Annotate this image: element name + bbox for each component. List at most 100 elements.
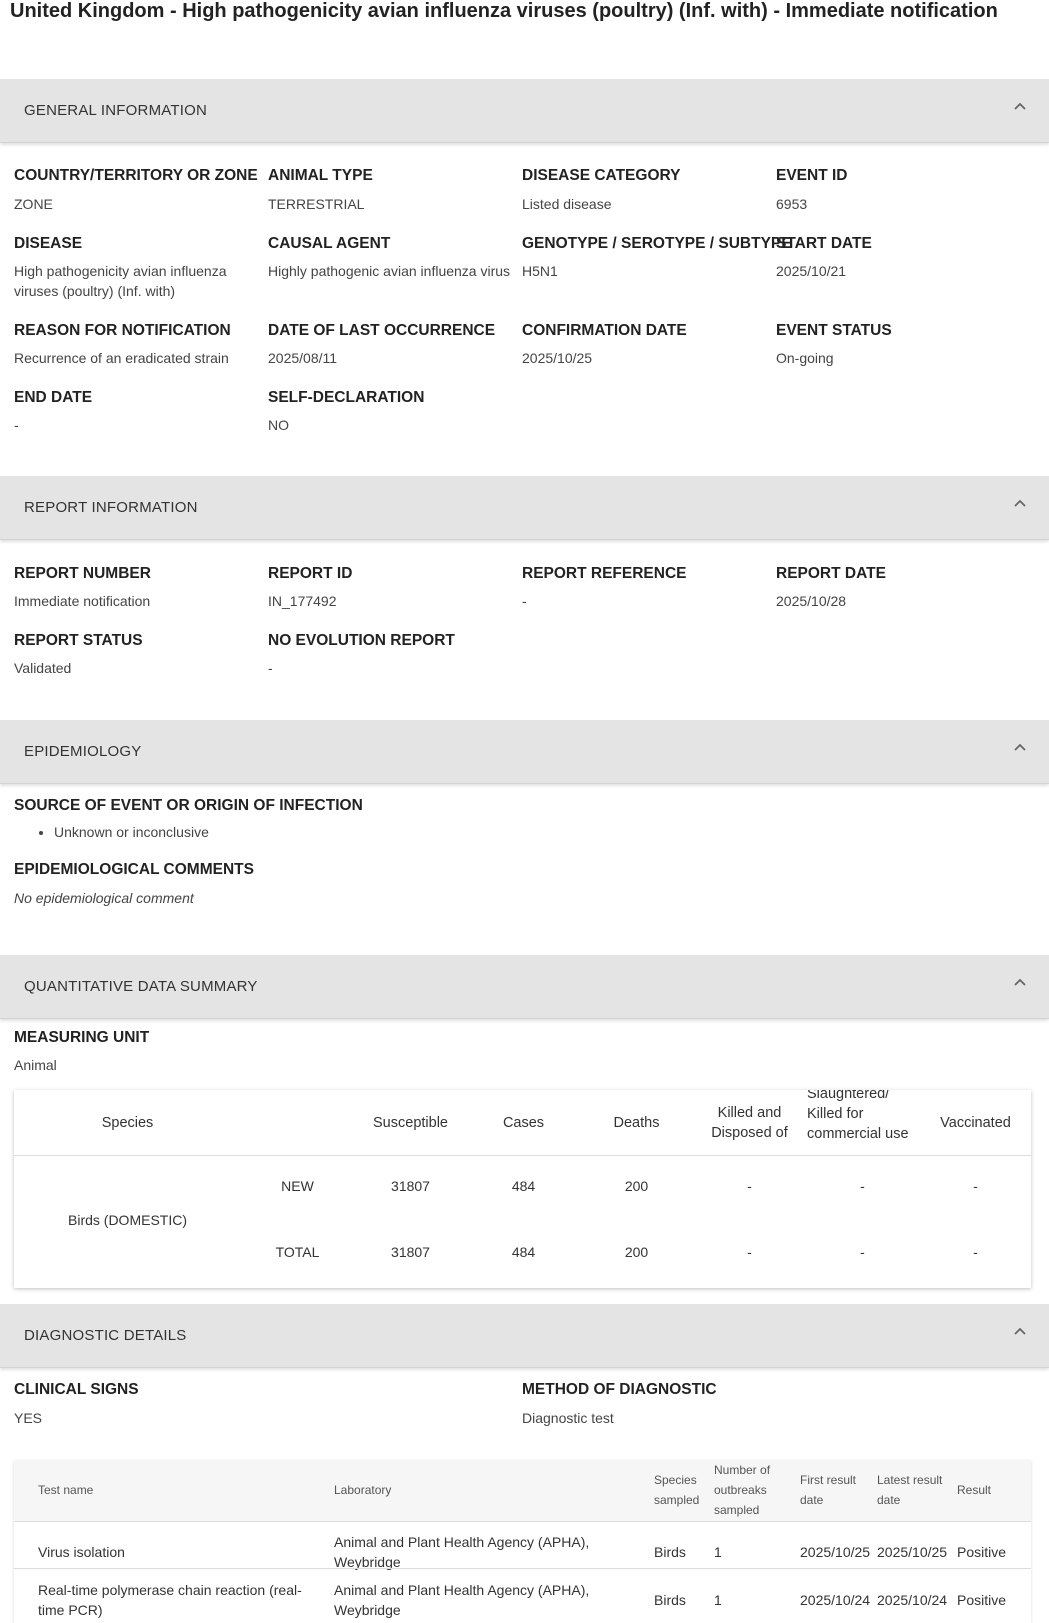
field-label: DISEASE: [14, 235, 83, 252]
column-header: First result date: [800, 1473, 857, 1507]
test-name-cell: Virus isolation: [38, 1544, 125, 1560]
field-value: Diagnostic test: [522, 1410, 614, 1426]
field-value: TERRESTRIAL: [268, 196, 365, 212]
field-label: EVENT STATUS: [776, 322, 892, 339]
outbreaks-cell: 1: [714, 1544, 722, 1560]
field-label: END DATE: [14, 389, 93, 406]
column-header: Vaccinated: [940, 1115, 1011, 1131]
field-label: START DATE: [776, 235, 872, 252]
chevron-up-icon[interactable]: [1013, 975, 1027, 989]
row-divider: [14, 1568, 1031, 1569]
field-value: H5N1: [522, 263, 558, 279]
field-value: 2025/10/25: [522, 350, 593, 366]
header-divider: [14, 1521, 1031, 1522]
field-label: DATE OF LAST OCCURRENCE: [268, 322, 496, 339]
column-header: Result: [957, 1483, 992, 1497]
field-label: DISEASE CATEGORY: [522, 167, 681, 184]
latest-result-cell: 2025/10/24: [877, 1592, 948, 1608]
section-title: DIAGNOSTIC DETAILS: [24, 1327, 187, 1344]
column-header: Test name: [38, 1483, 94, 1497]
slaughtered-cell: -: [860, 1178, 865, 1194]
species-cell: Birds: [654, 1592, 686, 1608]
field-value: -: [268, 660, 273, 676]
diagnostic-table: Test name Laboratory Species sampled Num…: [14, 1460, 1031, 1623]
laboratory-cell: Animal and Plant Health Agency (APHA), W…: [334, 1534, 590, 1570]
field-label: REPORT ID: [268, 565, 353, 582]
field-value: 6953: [776, 196, 808, 212]
column-header: Killed and Disposed of: [711, 1105, 788, 1141]
deaths-cell: 200: [624, 1178, 649, 1194]
field-value: 2025/10/28: [776, 593, 847, 609]
column-header: Number of outbreaks sampled: [714, 1463, 771, 1517]
killed-cell: -: [747, 1178, 752, 1194]
list-item: Unknown or inconclusive: [54, 824, 209, 840]
row-type: NEW: [281, 1178, 314, 1194]
field-label: GENOTYPE / SEROTYPE / SUBTYPE: [522, 235, 792, 252]
field-value: 2025/10/21: [776, 263, 847, 279]
field-label: REPORT STATUS: [14, 632, 143, 649]
field-label: SOURCE OF EVENT OR ORIGIN OF INFECTION: [14, 797, 363, 814]
column-header: Susceptible: [373, 1115, 448, 1131]
section-title: EPIDEMIOLOGY: [24, 743, 142, 760]
field-label: ANIMAL TYPE: [268, 167, 373, 184]
section-title: GENERAL INFORMATION: [24, 102, 207, 119]
species-cell: Birds: [654, 1544, 686, 1560]
diagnostic-details-header[interactable]: DIAGNOSTIC DETAILS: [0, 1304, 1049, 1368]
chevron-up-icon[interactable]: [1013, 1324, 1027, 1338]
field-value: Immediate notification: [14, 593, 151, 609]
cases-cell: 484: [511, 1178, 536, 1194]
field-value: Listed disease: [522, 196, 612, 212]
susceptible-cell: 31807: [391, 1244, 430, 1260]
result-cell: Positive: [957, 1544, 1007, 1560]
susceptible-cell: 31807: [391, 1178, 430, 1194]
first-result-cell: 2025/10/25: [800, 1544, 871, 1560]
field-label: REPORT NUMBER: [14, 565, 151, 582]
test-name-cell: Real-time polymerase chain reaction (rea…: [38, 1582, 302, 1618]
field-value: Highly pathogenic avian influenza virus: [268, 263, 511, 279]
field-label: CLINICAL SIGNS: [14, 1381, 139, 1398]
laboratory-cell: Animal and Plant Health Agency (APHA), W…: [334, 1582, 590, 1618]
quantitative-data-header[interactable]: QUANTITATIVE DATA SUMMARY: [0, 955, 1049, 1019]
column-header: Species sampled: [654, 1473, 700, 1507]
field-label: REPORT REFERENCE: [522, 565, 687, 582]
field-label: REPORT DATE: [776, 565, 886, 582]
field-value: -: [522, 593, 527, 609]
deaths-cell: 200: [624, 1244, 649, 1260]
field-label: SELF-DECLARATION: [268, 389, 425, 406]
column-header: Species: [101, 1115, 154, 1131]
field-value: 2025/08/11: [268, 350, 338, 366]
field-label: METHOD OF DIAGNOSTIC: [522, 1381, 717, 1398]
chevron-up-icon[interactable]: [1013, 496, 1027, 510]
result-cell: Positive: [957, 1592, 1007, 1608]
field-label: REASON FOR NOTIFICATION: [14, 322, 231, 339]
section-title: QUANTITATIVE DATA SUMMARY: [24, 978, 258, 995]
row-type: TOTAL: [275, 1244, 320, 1260]
chevron-up-icon[interactable]: [1013, 99, 1027, 113]
field-value: On-going: [776, 350, 834, 366]
epidemiology-header[interactable]: EPIDEMIOLOGY: [0, 720, 1049, 784]
field-label: NO EVOLUTION REPORT: [268, 632, 455, 649]
cases-cell: 484: [511, 1244, 536, 1260]
section-title: REPORT INFORMATION: [24, 499, 198, 516]
page-title: United Kingdom - High pathogenicity avia…: [10, 0, 998, 22]
column-header: Deaths: [613, 1115, 660, 1131]
killed-cell: -: [747, 1244, 752, 1260]
field-label: EPIDEMIOLOGICAL COMMENTS: [14, 861, 254, 878]
column-header: Cases: [502, 1115, 545, 1131]
field-value: ZONE: [14, 196, 53, 212]
chevron-up-icon[interactable]: [1013, 740, 1027, 754]
field-value: NO: [268, 417, 289, 433]
general-information-header[interactable]: GENERAL INFORMATION: [0, 79, 1049, 143]
column-header: Slaughtered/ Killed for commercial use: [807, 1090, 909, 1142]
report-information-header[interactable]: REPORT INFORMATION: [0, 476, 1049, 540]
source-list: Unknown or inconclusive: [36, 824, 209, 840]
field-label: CAUSAL AGENT: [268, 235, 391, 252]
column-header: Laboratory: [334, 1483, 392, 1497]
field-label: CONFIRMATION DATE: [522, 322, 687, 339]
field-value: Validated: [14, 660, 72, 676]
vaccinated-cell: -: [973, 1178, 978, 1194]
field-label: MEASURING UNIT: [14, 1029, 150, 1046]
field-value: Recurrence of an eradicated strain: [14, 350, 229, 366]
field-label: COUNTRY/TERRITORY OR ZONE: [14, 167, 258, 184]
field-value: YES: [14, 1410, 43, 1426]
